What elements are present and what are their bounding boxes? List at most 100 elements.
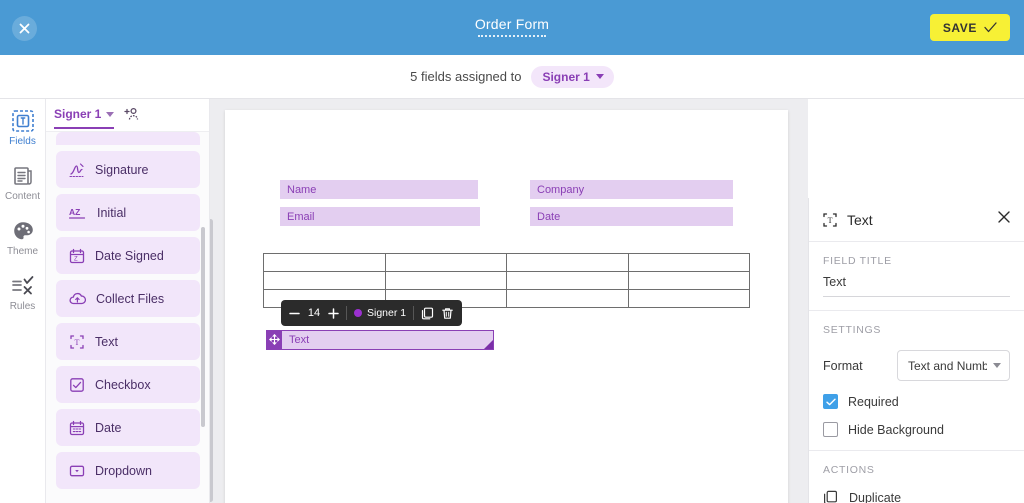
close-panel-button[interactable] [997, 210, 1011, 229]
main-area: Fields Content Theme Rules Signer 1 Sign… [0, 99, 1024, 503]
list-item-label: Text [95, 334, 118, 349]
tab-signer-label: Signer 1 [54, 107, 102, 121]
required-label: Required [848, 394, 899, 409]
document-title[interactable]: Order Form [475, 16, 549, 32]
signer-selector-chip[interactable]: Signer 1 [531, 65, 614, 88]
field-properties-panel: T Text FIELD TITLE Text SETTINGS Format [808, 198, 1024, 503]
chevron-down-icon [106, 111, 115, 117]
text-field-icon: T [70, 334, 84, 349]
panel-header: T Text [809, 198, 1024, 242]
sidebar-item-fields[interactable]: Fields [0, 99, 54, 161]
field-palette: Signer 1 Signature AZ Initial Z Date Sig… [46, 99, 210, 503]
sidebar-item-label: Rules [9, 301, 36, 312]
left-nav-rail: Fields Content Theme Rules [0, 99, 54, 503]
svg-text:AZ: AZ [69, 207, 80, 217]
list-item-dropdown[interactable]: Dropdown [56, 452, 200, 489]
table-cell [263, 271, 386, 290]
list-item-initial[interactable]: AZ Initial [56, 194, 200, 231]
field-type-list[interactable]: Signature AZ Initial Z Date Signed Colle… [46, 132, 210, 503]
chevron-down-icon [595, 74, 604, 79]
sidebar-item-content[interactable]: Content [0, 165, 45, 202]
table-cell [628, 271, 750, 290]
list-item-checkbox[interactable]: Checkbox [56, 366, 200, 403]
hide-background-checkbox[interactable] [823, 422, 838, 437]
selected-text-field[interactable]: Text [266, 329, 494, 350]
form-field-name[interactable]: Name [280, 180, 478, 199]
list-item-partial[interactable] [56, 132, 200, 145]
list-item-text[interactable]: T Text [56, 323, 200, 360]
move-handle-icon [268, 334, 280, 345]
table-cell [384, 253, 508, 272]
form-field-date[interactable]: Date [530, 207, 733, 226]
sidebar-item-label: Theme [6, 246, 39, 257]
font-size-value[interactable]: 14 [307, 307, 321, 319]
format-select[interactable]: Text and Numb... [897, 350, 1010, 381]
form-field-company[interactable]: Company [530, 180, 733, 199]
duplicate-label: Duplicate [849, 490, 902, 503]
decrease-font-size-button[interactable] [289, 308, 300, 319]
format-select-value: Text and Numb... [908, 358, 987, 373]
required-checkbox[interactable] [823, 394, 838, 409]
signature-icon [69, 162, 84, 177]
document-page: Name Company Email Date 14 Signer 1 Text [225, 110, 788, 503]
table-row [263, 271, 750, 290]
list-item-label: Collect Files [96, 291, 165, 306]
hide-background-checkbox-row[interactable]: Hide Background [823, 422, 1010, 437]
list-item-label: Checkbox [95, 377, 151, 392]
table-cell [506, 253, 630, 272]
svg-text:Z: Z [74, 256, 78, 262]
actions-section: ACTIONS Duplicate Delete [809, 451, 1024, 503]
field-resize-handle[interactable] [484, 340, 493, 349]
sidebar-item-rules[interactable]: Rules [0, 275, 45, 312]
form-field-label: Date [537, 210, 561, 223]
list-item-label: Initial [97, 205, 127, 220]
form-field-email[interactable]: Email [280, 207, 480, 226]
canvas-scrollbar[interactable] [210, 219, 213, 502]
list-item-date[interactable]: Date [56, 409, 200, 446]
list-item-signature[interactable]: Signature [56, 151, 200, 188]
tab-signer-1[interactable]: Signer 1 [54, 107, 115, 129]
selected-field-label: Text [289, 334, 310, 346]
field-drag-handle[interactable] [266, 329, 282, 350]
document-canvas[interactable]: Name Company Email Date 14 Signer 1 Text [210, 99, 808, 503]
title-underline [478, 35, 546, 37]
field-title-input[interactable]: Text [823, 275, 1010, 297]
settings-section: SETTINGS Format Text and Numb... Require… [809, 311, 1024, 451]
close-icon [998, 211, 1010, 223]
checkbox-icon [70, 377, 84, 392]
form-field-label: Name [287, 183, 317, 196]
field-title-section: FIELD TITLE Text [809, 242, 1024, 311]
sidebar-item-theme[interactable]: Theme [0, 220, 45, 257]
field-editor-app: Order Form SAVE 5 fields assigned to Sig… [0, 0, 1024, 503]
toolbar-divider [413, 306, 415, 320]
delete-field-button[interactable] [441, 307, 454, 320]
table-cell [506, 289, 630, 308]
svg-text:T: T [75, 338, 80, 347]
svg-text:T: T [828, 216, 833, 225]
palette-tabs: Signer 1 [46, 99, 209, 132]
increase-font-size-button[interactable] [328, 307, 339, 319]
toolbar-signer-selector[interactable]: Signer 1 [354, 307, 406, 319]
calendar-icon [69, 420, 85, 435]
save-button[interactable]: SAVE [929, 14, 1010, 41]
add-signer-button[interactable] [124, 107, 140, 132]
palette-scrollbar[interactable] [201, 227, 205, 427]
list-item-collect-files[interactable]: Collect Files [56, 280, 200, 317]
list-item-date-signed[interactable]: Z Date Signed [56, 237, 200, 274]
field-title-label: FIELD TITLE [823, 255, 892, 267]
table-cell [263, 253, 386, 272]
chevron-down-icon [993, 363, 1001, 368]
rules-icon [11, 276, 33, 295]
required-checkbox-row[interactable]: Required [823, 394, 1010, 409]
duplicate-action[interactable]: Duplicate [823, 490, 1010, 503]
top-header: Order Form SAVE [0, 0, 1024, 55]
save-button-label: SAVE [942, 20, 977, 35]
toolbar-signer-label: Signer 1 [367, 307, 407, 319]
trash-icon [442, 307, 453, 319]
az-initial-icon: AZ [69, 207, 86, 219]
form-field-label: Company [537, 183, 585, 196]
table-cell [384, 271, 508, 290]
duplicate-field-button[interactable] [421, 307, 434, 320]
check-icon [825, 398, 836, 405]
text-field-icon: T [823, 212, 837, 227]
